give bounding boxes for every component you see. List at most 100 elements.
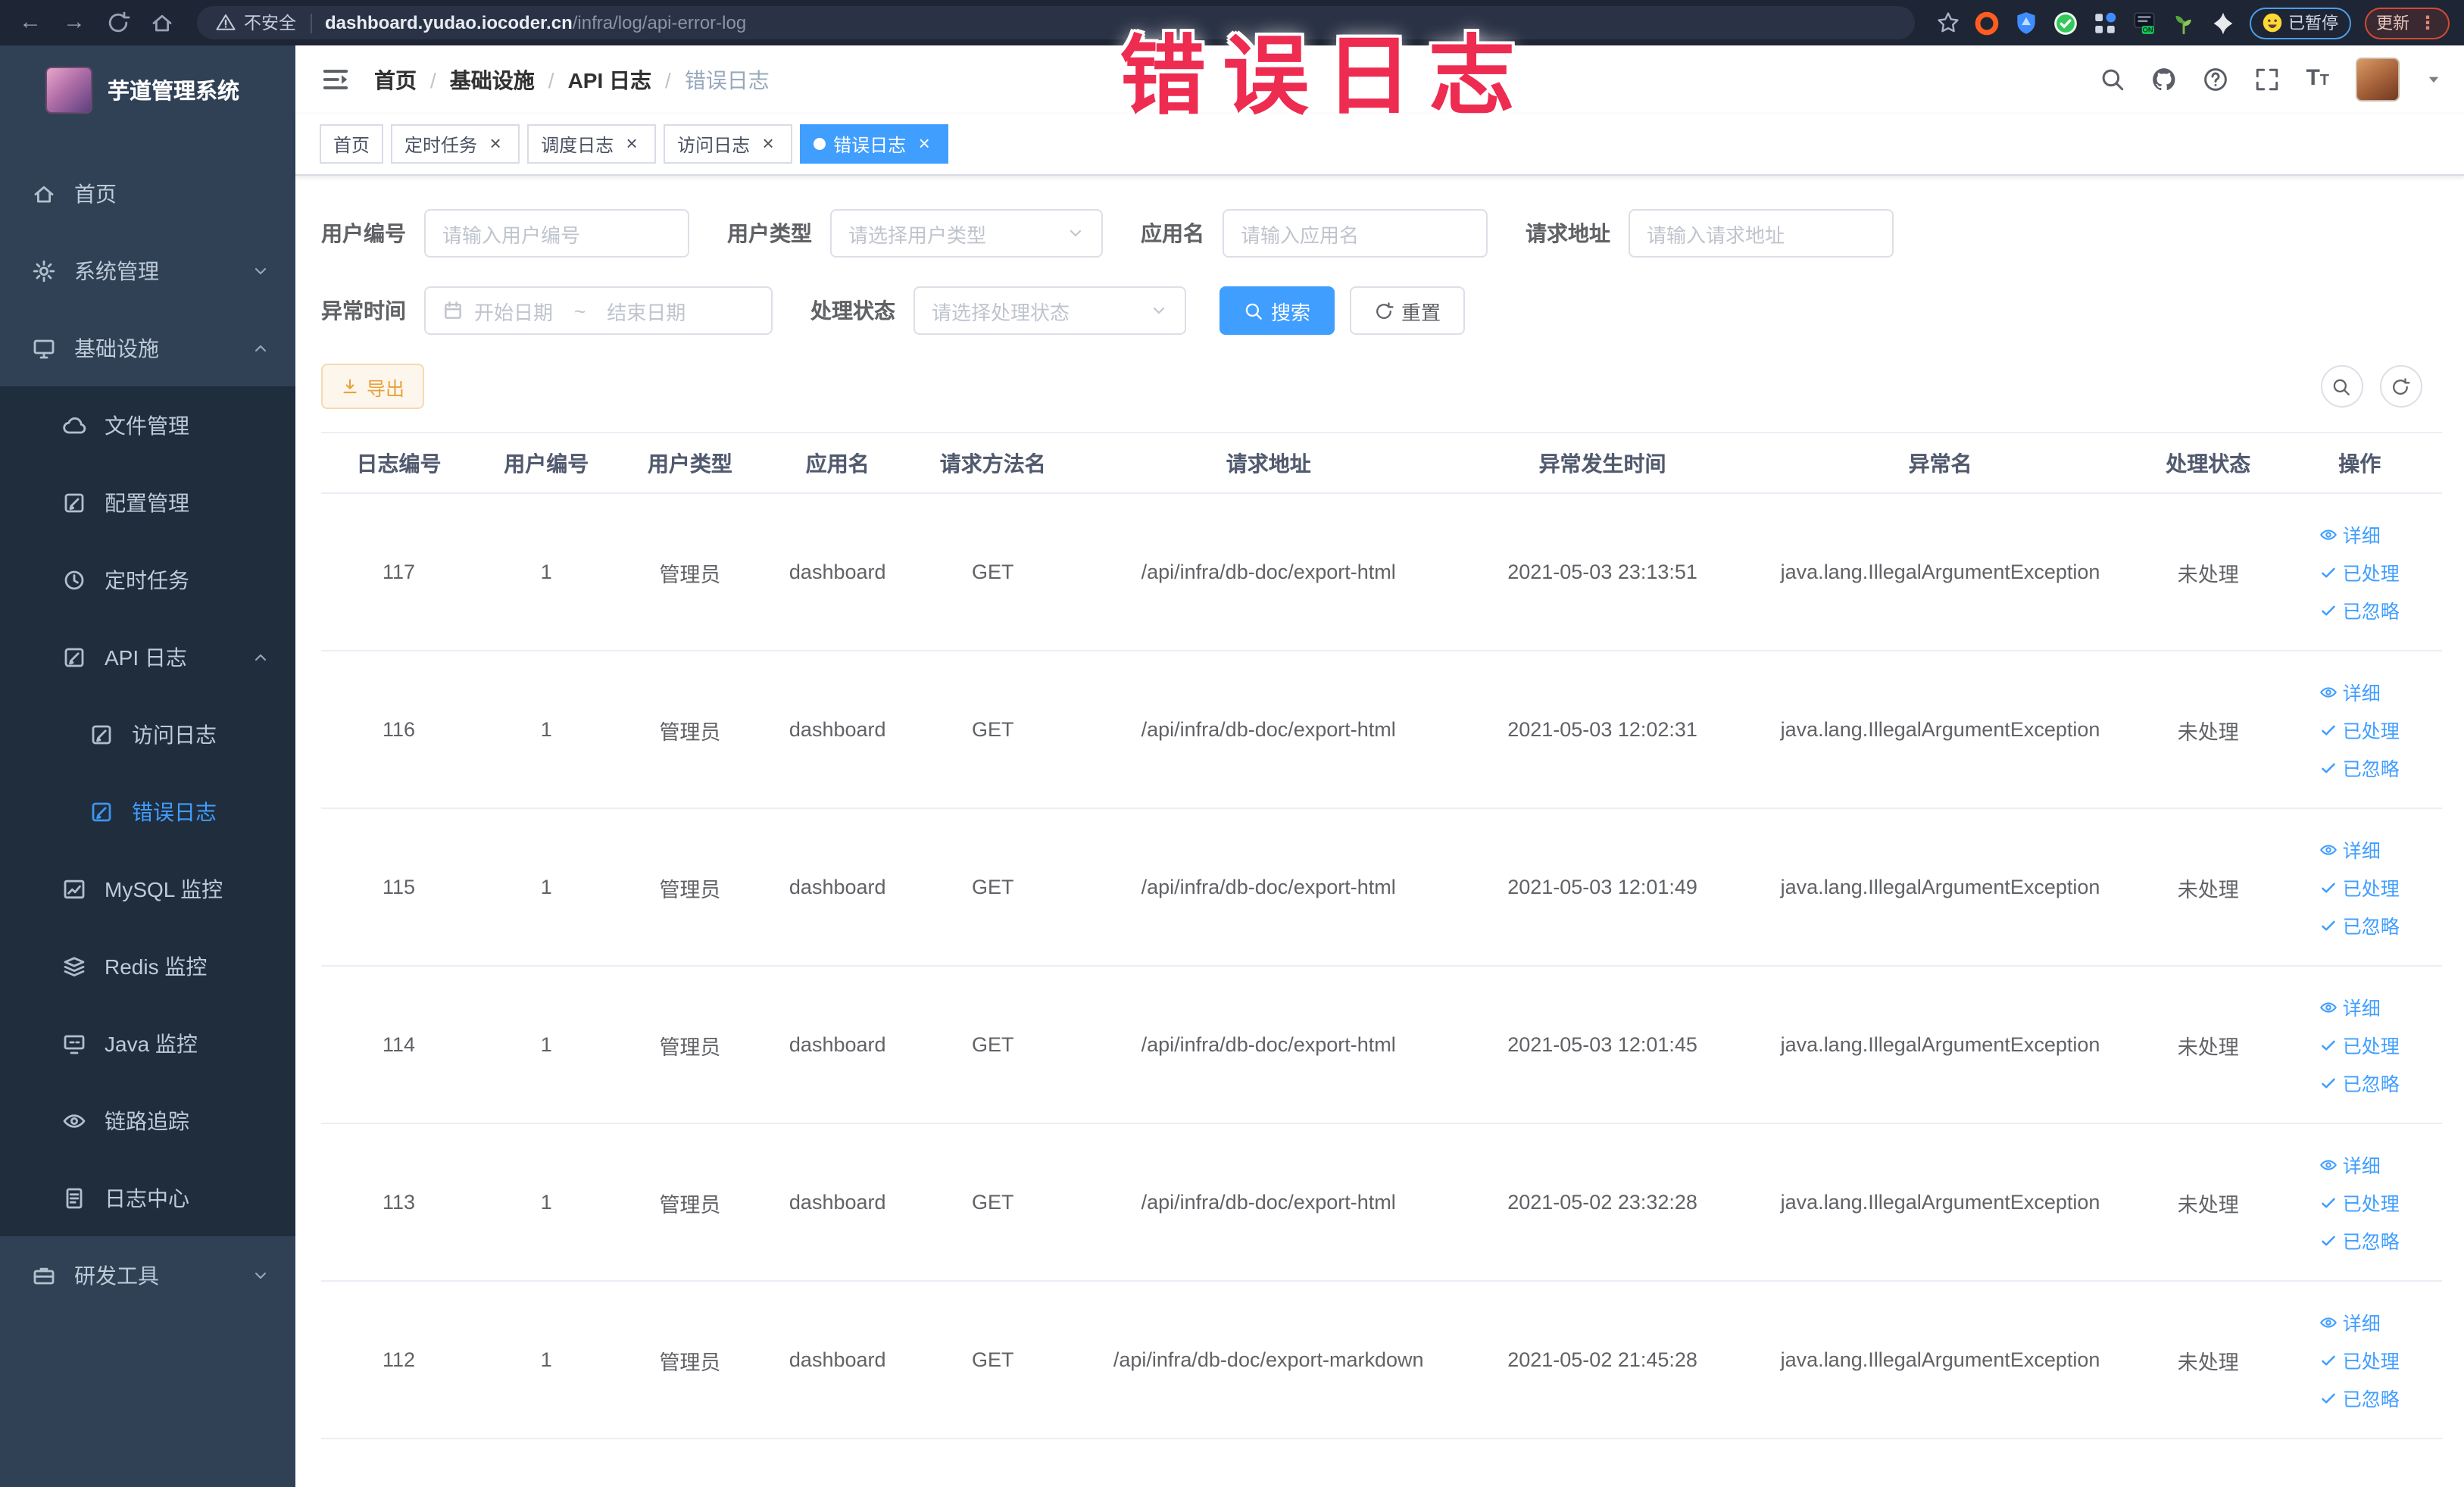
font-size-icon[interactable]: TT	[2306, 65, 2329, 94]
fullscreen-icon[interactable]	[2254, 67, 2280, 92]
check-icon	[2320, 1073, 2338, 1092]
help-icon[interactable]	[2203, 67, 2228, 92]
extension-icon-grid[interactable]	[2091, 10, 2117, 36]
sidebar-menu-item[interactable]: 首页	[0, 155, 295, 232]
search-button[interactable]: 搜索	[1220, 286, 1335, 335]
user-id-input[interactable]: 请输入用户编号	[424, 209, 689, 258]
detail-link[interactable]: 详细	[2320, 992, 2381, 1021]
sidebar-menu-item[interactable]: 访问日志	[0, 695, 295, 773]
avatar[interactable]	[2355, 58, 2399, 102]
extension-icon-plant[interactable]	[2170, 10, 2196, 36]
process-status-select[interactable]: 请选择处理状态	[913, 286, 1186, 335]
breadcrumb-item[interactable]: API 日志	[568, 64, 651, 95]
reload-icon[interactable]	[103, 11, 133, 35]
close-icon[interactable]: ×	[757, 133, 779, 155]
sidebar-menu-item[interactable]: 链路追踪	[0, 1082, 295, 1159]
sidebar-menu-item[interactable]: 基础设施	[0, 309, 295, 386]
ignored-link[interactable]: 已忽略	[2320, 911, 2400, 939]
browser-menu-icon[interactable]: ⋮	[2419, 12, 2437, 33]
tab[interactable]: 错误日志 ×	[800, 124, 949, 164]
screen: ← → 不安全 dashboard.yudao.iocoder.cn /infr…	[0, 0, 2464, 1487]
logo-image	[45, 66, 92, 113]
ignored-link[interactable]: 已忽略	[2320, 1068, 2400, 1097]
url-path: /infra/log/api-error-log	[572, 12, 747, 33]
close-icon[interactable]: ×	[913, 133, 935, 155]
address-bar[interactable]: 不安全 dashboard.yudao.iocoder.cn /infra/lo…	[197, 6, 1914, 39]
ignored-link[interactable]: 已忽略	[2320, 595, 2400, 624]
reset-button[interactable]: 重置	[1350, 286, 1466, 335]
extension-icon-star-white[interactable]	[2209, 10, 2235, 36]
log-id-cell: 117	[321, 493, 477, 651]
sidebar-menu-item[interactable]: API 日志	[0, 618, 295, 695]
tab[interactable]: 首页	[320, 124, 384, 164]
toggle-search-button[interactable]	[2320, 365, 2363, 408]
chevron-down-icon[interactable]	[2425, 71, 2441, 88]
ignored-link[interactable]: 已忽略	[2320, 1226, 2400, 1254]
url-cell: /api/infra/db-doc/export-html	[1074, 966, 1463, 1124]
close-icon[interactable]: ×	[621, 133, 642, 155]
detail-link[interactable]: 详细	[2320, 1307, 2381, 1336]
column-header: 日志编号	[321, 432, 477, 494]
search-icon	[2331, 376, 2351, 396]
browser-update-button[interactable]: 更新 ⋮	[2364, 7, 2449, 39]
calendar-icon	[442, 300, 464, 321]
close-icon[interactable]: ×	[485, 133, 506, 155]
detail-link[interactable]: 详细	[2320, 1150, 2381, 1179]
tab[interactable]: 定时任务 ×	[391, 124, 520, 164]
detail-link[interactable]: 详细	[2320, 835, 2381, 864]
breadcrumb-item[interactable]: 基础设施	[450, 64, 535, 95]
sidebar-menu-item[interactable]: 定时任务	[0, 541, 295, 618]
hamburger-icon[interactable]	[321, 65, 350, 94]
tab[interactable]: 访问日志 ×	[664, 124, 793, 164]
processed-link[interactable]: 已处理	[2320, 873, 2400, 901]
filter-row-1: 用户编号 请输入用户编号 用户类型 请选择用户类型 应用名 请输入应用名 请求地…	[321, 209, 2441, 258]
url-cell: /api/infra/db-doc/export-html	[1074, 493, 1463, 651]
sidebar-menu-item[interactable]: Redis 监控	[0, 927, 295, 1004]
ignored-link[interactable]: 已忽略	[2320, 1383, 2400, 1412]
user-type-select[interactable]: 请选择用户类型	[830, 209, 1103, 258]
app-name-input[interactable]: 请输入应用名	[1223, 209, 1488, 258]
menu-item-label: Java 监控	[105, 1031, 198, 1055]
breadcrumb-item[interactable]: 错误日志	[685, 64, 770, 95]
logcenter-icon	[62, 1186, 86, 1210]
ignored-link[interactable]: 已忽略	[2320, 753, 2400, 782]
sidebar-menu-item[interactable]: 日志中心	[0, 1159, 295, 1236]
processed-link[interactable]: 已处理	[2320, 558, 2400, 586]
sidebar-menu-item[interactable]: MySQL 监控	[0, 850, 295, 927]
request-url-input[interactable]: 请输入请求地址	[1629, 209, 1894, 258]
extension-icon-shield[interactable]	[2013, 10, 2038, 36]
exception-cell: java.lang.IllegalArgumentException	[1742, 651, 2138, 809]
log-id-cell: 112	[321, 1281, 477, 1439]
tab[interactable]: 调度日志 ×	[527, 124, 657, 164]
extension-paused-pill[interactable]: 已暂停	[2249, 7, 2350, 39]
sidebar-menu-item[interactable]: Java 监控	[0, 1004, 295, 1082]
exception-time-range-input[interactable]: 开始日期 ~ 结束日期	[424, 286, 773, 335]
processed-link[interactable]: 已处理	[2320, 715, 2400, 744]
sidebar-menu-item[interactable]: 配置管理	[0, 464, 295, 541]
bookmark-star-icon[interactable]	[1935, 11, 1960, 35]
processed-link[interactable]: 已处理	[2320, 1188, 2400, 1217]
detail-link[interactable]: 详细	[2320, 520, 2381, 548]
sidebar-menu-item[interactable]: 研发工具	[0, 1236, 295, 1314]
export-button[interactable]: 导出	[321, 364, 425, 409]
processed-link[interactable]: 已处理	[2320, 1030, 2400, 1059]
back-icon[interactable]: ←	[15, 10, 45, 35]
sidebar-menu-item[interactable]: 错误日志	[0, 773, 295, 850]
forward-icon[interactable]: →	[59, 10, 89, 35]
search-icon[interactable]	[2100, 67, 2125, 92]
github-icon[interactable]	[2151, 67, 2177, 92]
chevron-down-icon	[1066, 224, 1085, 242]
extension-icon-orange[interactable]	[1973, 10, 1999, 36]
home-icon[interactable]	[147, 11, 177, 35]
actions-cell: 详细 已处理 已忽略	[2278, 651, 2441, 809]
exception-cell: java.lang.IllegalArgumentException	[1742, 1281, 2138, 1439]
sidebar-menu-item[interactable]: 系统管理	[0, 232, 295, 309]
sidebar-logo[interactable]: 芋道管理系统	[0, 45, 295, 133]
detail-link[interactable]: 详细	[2320, 677, 2381, 706]
sidebar-menu-item[interactable]: 文件管理	[0, 386, 295, 464]
breadcrumb-item[interactable]: 首页	[374, 64, 417, 95]
extension-icon-check[interactable]	[2052, 10, 2078, 36]
refresh-table-button[interactable]	[2379, 365, 2422, 408]
extension-icon-on-badge[interactable]: ON	[2131, 10, 2156, 36]
processed-link[interactable]: 已处理	[2320, 1345, 2400, 1374]
